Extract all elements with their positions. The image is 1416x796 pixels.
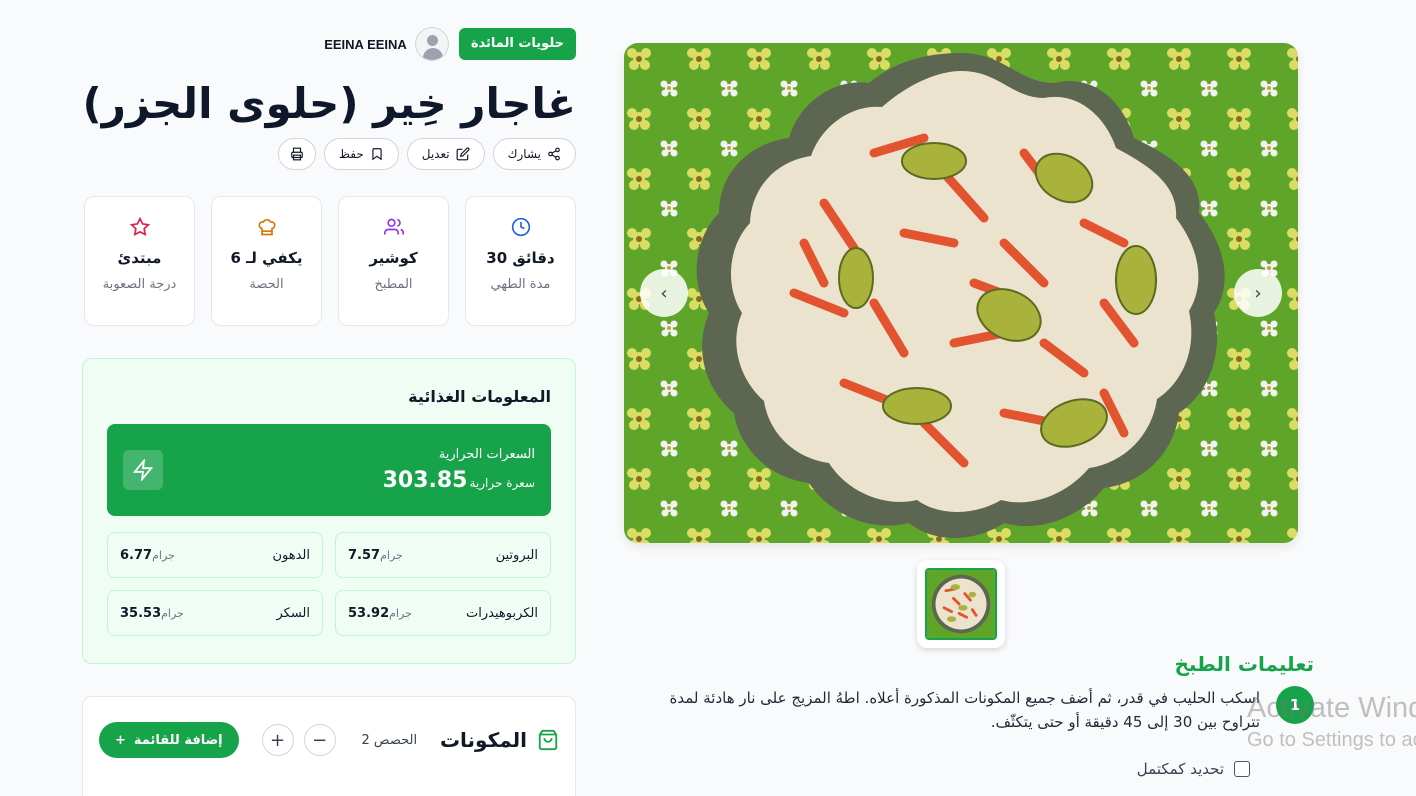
windows-activation-watermark: Activate Windows Go to Settings to activ… (1247, 692, 1416, 752)
stat-cook-time: 30 دقائق مدة الطهي (465, 196, 576, 326)
stat-servings: يكفي لـ 6 الحصة (211, 196, 322, 326)
stat-value: كوشير (369, 249, 418, 267)
edit-button[interactable]: تعديل (406, 138, 485, 170)
stat-label: الحصة (249, 277, 284, 292)
add-to-list-label: إضافة للقائمة (133, 732, 223, 748)
nutrient-value-row: جرام6.77 (120, 548, 175, 563)
nutrient-unit: جرام (152, 548, 175, 562)
calories-value-row: سعرة حرارية303.85 (383, 468, 535, 493)
recipe-info: EEINA EEINA حلويات المائدة غاجار خِير (ح… (82, 26, 576, 796)
save-label: حفظ (338, 147, 364, 161)
shopping-bag-icon (538, 729, 558, 751)
stat-cuisine: كوشير المطبخ (338, 196, 449, 326)
nutrient-name: الدهون (272, 547, 310, 563)
ingredients-title: المكونات (439, 728, 527, 752)
mark-complete-label: تحديد كمكتمل (1136, 760, 1224, 778)
stat-label: المطبخ (374, 277, 413, 292)
calories-unit: سعرة حرارية (469, 476, 535, 490)
edit-label: تعديل (421, 147, 450, 161)
nutrient-fat: الدهون جرام6.77 (107, 532, 323, 578)
users-icon (383, 218, 404, 235)
recipe-photo (624, 43, 1298, 543)
carousel-next-button[interactable]: › (1234, 269, 1282, 317)
nutrient-value-row: جرام7.57 (348, 548, 403, 563)
ingredients-title-row: المكونات (440, 728, 559, 752)
print-button[interactable] (277, 138, 316, 170)
nutrient-carbs: الكربوهيدرات جرام53.92 (335, 590, 551, 636)
mark-complete-checkbox[interactable] (1234, 761, 1250, 777)
author[interactable]: EEINA EEINA (324, 27, 449, 61)
nutrient-value: 6.77 (120, 547, 153, 563)
recipe-stats: 30 دقائق مدة الطهي كوشير المطبخ يكفي لـ … (82, 196, 576, 326)
action-bar: حفظ تعديل يشارك (82, 138, 576, 170)
step-text: اسكب الحليب في قدر، ثم أضف جميع المكونات… (669, 689, 1261, 731)
instructions-title: تعليمات الطبخ (1174, 652, 1314, 676)
nutrition-title: المعلومات الغذائية (408, 387, 551, 406)
nutrient-value: 7.57 (348, 547, 381, 563)
ingredients-header: + إضافة للقائمة + − 2 الحصص المكونات (99, 697, 559, 783)
nutrient-unit: جرام (389, 606, 412, 620)
thumbnail-photo (927, 570, 995, 638)
stat-label: درجة الصعوبة (102, 277, 177, 292)
gallery-thumbnail[interactable] (917, 560, 1005, 648)
lightning-icon (123, 450, 163, 490)
servings-label: 2 الحصص (361, 732, 418, 748)
nutrient-value: 35.53 (120, 605, 162, 621)
nutrient-name: الكربوهيدرات (466, 605, 538, 621)
nutrient-protein: البروتين جرام7.57 (335, 532, 551, 578)
bookmark-icon (372, 148, 382, 161)
calories-value: 303.85 (382, 468, 468, 493)
recipe-meta-row: EEINA EEINA حلويات المائدة (82, 26, 576, 62)
nutrient-unit: جرام (161, 606, 184, 620)
nutrient-value-row: جرام35.53 (120, 606, 184, 621)
calories-label: السعرات الحرارية (438, 447, 535, 462)
nutrition-card: المعلومات الغذائية السعرات الحرارية سعرة… (82, 358, 576, 664)
author-name[interactable]: EEINA EEINA (324, 37, 407, 52)
star-icon (129, 217, 150, 237)
nutrient-grid: البروتين جرام7.57 الدهون جرام6.77 الكربو… (107, 532, 551, 636)
avatar[interactable] (414, 27, 449, 61)
share-label: يشارك (507, 147, 541, 161)
nutrient-value-row: جرام53.92 (348, 606, 412, 621)
nutrient-name: السكر (276, 605, 310, 621)
calories-text: السعرات الحرارية سعرة حرارية303.85 (383, 447, 535, 493)
stat-value: يكفي لـ 6 (230, 249, 303, 267)
share-icon (548, 147, 560, 161)
carousel-prev-button[interactable]: ‹ (640, 269, 688, 317)
save-button[interactable]: حفظ (323, 138, 399, 170)
mark-complete[interactable]: تحديد كمكتمل (1137, 760, 1250, 778)
increase-servings-button[interactable]: + (261, 724, 294, 756)
decrease-servings-button[interactable]: − (303, 724, 336, 756)
recipe-image-carousel[interactable]: ‹ › (624, 43, 1298, 543)
stat-label: مدة الطهي (490, 277, 551, 292)
instruction-step: 1 اسكب الحليب في قدر، ثم أضف جميع المكون… (630, 686, 1314, 734)
add-to-list-button[interactable]: + إضافة للقائمة (99, 722, 239, 758)
stat-value: 30 دقائق (486, 249, 555, 267)
calories-box: السعرات الحرارية سعرة حرارية303.85 (107, 424, 551, 516)
clock-icon (511, 217, 530, 237)
chef-hat-icon (257, 218, 276, 236)
nutrient-value: 53.92 (348, 605, 390, 621)
edit-icon (456, 147, 470, 161)
nutrient-sugar: السكر جرام35.53 (107, 590, 323, 636)
category-badge[interactable]: حلويات المائدة (458, 28, 576, 60)
stat-difficulty: مبتدئ درجة الصعوبة (84, 196, 195, 326)
watermark-line-1: Activate Windows (1247, 692, 1416, 724)
share-button[interactable]: يشارك (492, 138, 576, 170)
nutrient-name: البروتين (495, 547, 538, 563)
thumbnail-frame (925, 568, 997, 640)
print-icon (291, 147, 303, 161)
ingredients-card: + إضافة للقائمة + − 2 الحصص المكونات (82, 696, 576, 796)
watermark-line-2: Go to Settings to activate Windows. (1247, 729, 1416, 751)
nutrient-unit: جرام (380, 548, 403, 562)
stat-value: مبتدئ (117, 249, 162, 267)
recipe-title: غاجار خِير (حلوى الجزر) (82, 79, 576, 128)
plus-icon: + (115, 732, 126, 748)
servings-control: + − 2 الحصص (261, 724, 418, 756)
